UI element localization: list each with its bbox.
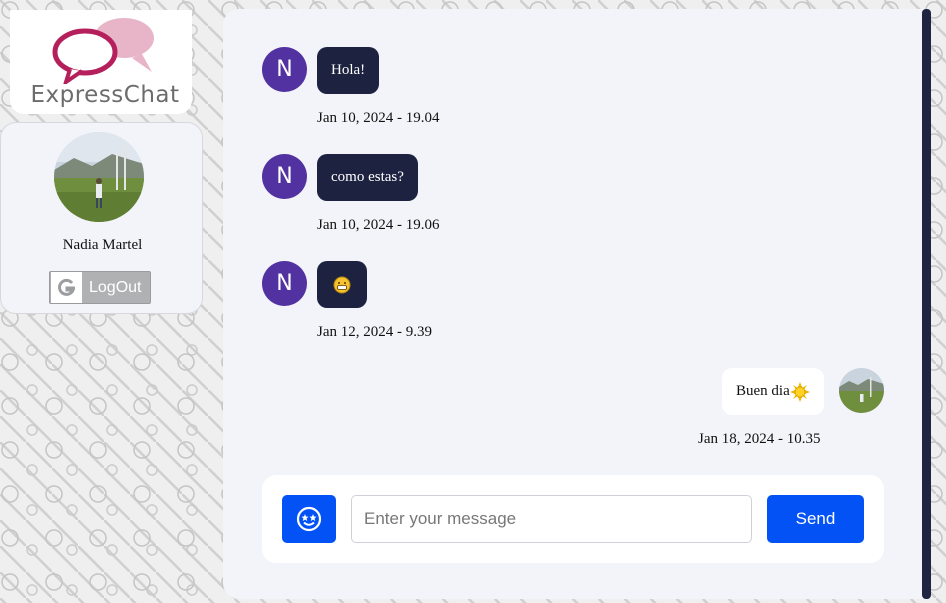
grinning-face-icon [333, 276, 351, 293]
logout-label: LogOut [89, 278, 142, 296]
message-timestamp: Jan 10, 2024 - 19.06 [317, 217, 440, 233]
sender-avatar: N [262, 154, 307, 199]
message-bubble-outgoing: Buen dia [722, 368, 824, 415]
sender-avatar: N [262, 261, 307, 306]
chat-scrollbar[interactable] [922, 9, 931, 599]
logo-text: ExpressChat [30, 82, 180, 108]
message-timestamp: Jan 12, 2024 - 9.39 [317, 324, 432, 340]
message-bubble-incoming: como estas? [317, 154, 418, 201]
sun-icon [789, 381, 810, 402]
profile-card: Nadia Martel LogOut [0, 122, 203, 314]
google-icon [51, 272, 82, 303]
logout-button[interactable]: LogOut [49, 271, 151, 304]
smiling-face-icon [296, 506, 322, 532]
message-bubble-incoming: Hola! [317, 47, 380, 94]
send-button[interactable]: Send [767, 495, 864, 543]
user-name: Nadia Martel [62, 237, 143, 253]
message-timestamp: Jan 18, 2024 - 10.35 [698, 431, 821, 447]
message-text: Buen dia [736, 383, 790, 399]
logo-card: ExpressChat [10, 10, 192, 114]
user-avatar-small [839, 368, 884, 413]
message-composer: Send [262, 475, 884, 563]
emoji-picker-button[interactable] [282, 495, 336, 543]
message-input[interactable] [351, 495, 752, 543]
sender-avatar: N [262, 47, 307, 92]
message-timestamp: Jan 10, 2024 - 19.04 [317, 110, 440, 126]
user-avatar [54, 132, 144, 222]
message-bubble-incoming [317, 261, 367, 308]
chat-bubbles-logo-icon [52, 18, 154, 84]
